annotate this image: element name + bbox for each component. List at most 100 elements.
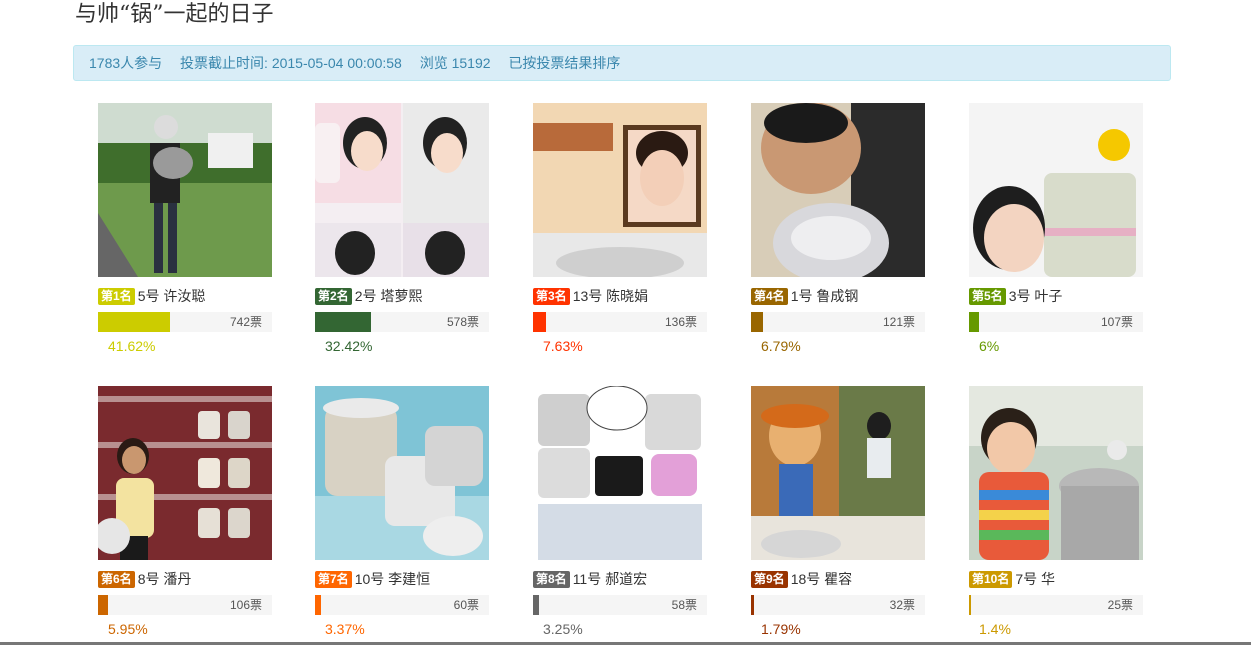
candidate-photo[interactable] — [315, 103, 489, 277]
candidate-name[interactable]: 陈晓娟 — [606, 288, 648, 304]
vote-count: 136票 — [664, 315, 697, 329]
candidate-card[interactable]: 第8名 11号 郝道宏 58票 3.25% — [533, 386, 708, 646]
vote-percent: 32.42% — [325, 338, 373, 354]
candidate-name[interactable]: 李建恒 — [388, 571, 430, 587]
vote-percent: 7.63% — [543, 338, 583, 354]
candidate-name-line: 第5名 3号 叶子 — [969, 286, 1062, 306]
vote-progress-fill — [533, 312, 546, 332]
vote-progress-fill — [98, 595, 108, 615]
vote-count: 32票 — [889, 598, 915, 612]
vote-progress-fill — [969, 312, 979, 332]
candidate-name-line: 第9名 18号 瞿容 — [751, 569, 852, 589]
vote-info-bar: 1783人参与 投票截止时间: 2015-05-04 00:00:58 浏览 1… — [73, 45, 1171, 81]
candidate-photo[interactable] — [969, 103, 1143, 277]
candidate-card[interactable]: 第3名 13号 陈晓娟 136票 7.63% — [533, 103, 708, 363]
rank-badge: 第9名 — [751, 571, 788, 588]
candidate-card[interactable]: 第5名 3号 叶子 107票 6% — [969, 103, 1144, 363]
candidate-name[interactable]: 潘丹 — [163, 571, 191, 587]
candidate-number: 1号 — [790, 288, 813, 304]
candidate-name[interactable]: 瞿容 — [824, 571, 852, 587]
candidate-name[interactable]: 许汝聪 — [163, 288, 205, 304]
candidate-number: 7号 — [1015, 571, 1038, 587]
vote-count: 106票 — [229, 598, 262, 612]
candidate-number: 5号 — [137, 288, 160, 304]
participants-count: 1783人参与 — [89, 55, 163, 71]
candidate-name[interactable]: 叶子 — [1034, 288, 1062, 304]
candidate-card[interactable]: 第4名 1号 鲁成钢 121票 6.79% — [751, 103, 926, 363]
vote-progress-bar: 136票 — [533, 312, 707, 332]
vote-percent: 5.95% — [108, 621, 148, 637]
rank-badge: 第5名 — [969, 288, 1006, 305]
candidate-number: 10号 — [354, 571, 385, 587]
candidate-number: 13号 — [572, 288, 603, 304]
vote-progress-bar: 32票 — [751, 595, 925, 615]
vote-progress-bar: 25票 — [969, 595, 1143, 615]
candidate-photo[interactable] — [533, 103, 707, 277]
candidate-photo[interactable] — [751, 386, 925, 560]
vote-percent: 41.62% — [108, 338, 156, 354]
candidate-name-line: 第1名 5号 许汝聪 — [98, 286, 205, 306]
candidate-photo[interactable] — [533, 386, 707, 560]
candidate-photo[interactable] — [969, 386, 1143, 560]
candidate-name-line: 第2名 2号 塔萝熙 — [315, 286, 422, 306]
candidate-number: 3号 — [1008, 288, 1031, 304]
rank-badge: 第2名 — [315, 288, 352, 305]
candidate-name-line: 第10名 7号 华 — [969, 569, 1055, 589]
vote-count: 578票 — [446, 315, 479, 329]
rank-badge: 第1名 — [98, 288, 135, 305]
rank-badge: 第6名 — [98, 571, 135, 588]
candidate-name-line: 第6名 8号 潘丹 — [98, 569, 191, 589]
candidate-number: 2号 — [354, 288, 377, 304]
vote-count: 107票 — [1100, 315, 1133, 329]
vote-percent: 3.37% — [325, 621, 365, 637]
vote-count: 25票 — [1107, 598, 1133, 612]
view-count: 浏览 15192 — [419, 55, 491, 71]
candidate-number: 11号 — [572, 571, 602, 587]
vote-progress-bar: 107票 — [969, 312, 1143, 332]
vote-progress-bar: 58票 — [533, 595, 707, 615]
vote-deadline: 投票截止时间: 2015-05-04 00:00:58 — [180, 55, 402, 71]
vote-count: 742票 — [229, 315, 262, 329]
candidate-card[interactable]: 第1名 5号 许汝聪 742票 41.62% — [98, 103, 273, 363]
candidate-number: 8号 — [137, 571, 160, 587]
rank-badge: 第4名 — [751, 288, 788, 305]
vote-progress-fill — [533, 595, 539, 615]
vote-percent: 1.79% — [761, 621, 801, 637]
vote-count: 121票 — [882, 315, 915, 329]
candidate-card[interactable]: 第7名 10号 李建恒 60票 3.37% — [315, 386, 490, 646]
candidate-number: 18号 — [790, 571, 821, 587]
rank-badge: 第10名 — [969, 571, 1013, 588]
vote-count: 60票 — [453, 598, 479, 612]
candidate-card[interactable]: 第10名 7号 华 25票 1.4% — [969, 386, 1144, 646]
rank-badge: 第3名 — [533, 288, 570, 305]
rank-badge: 第8名 — [533, 571, 570, 588]
vote-progress-fill — [315, 595, 321, 615]
vote-progress-bar: 121票 — [751, 312, 925, 332]
candidate-card[interactable]: 第9名 18号 瞿容 32票 1.79% — [751, 386, 926, 646]
vote-progress-fill — [315, 312, 371, 332]
vote-percent: 3.25% — [543, 621, 583, 637]
candidate-photo[interactable] — [751, 103, 925, 277]
candidate-name-line: 第7名 10号 李建恒 — [315, 569, 430, 589]
candidate-photo[interactable] — [98, 103, 272, 277]
candidate-name[interactable]: 华 — [1041, 571, 1055, 587]
vote-progress-fill — [969, 595, 971, 615]
candidate-name-line: 第8名 11号 郝道宏 — [533, 569, 647, 589]
candidate-name[interactable]: 鲁成钢 — [816, 288, 858, 304]
vote-percent: 6% — [979, 338, 1000, 354]
vote-progress-fill — [98, 312, 170, 332]
vote-count: 58票 — [671, 598, 697, 612]
candidate-name[interactable]: 塔萝熙 — [380, 288, 422, 304]
vote-progress-fill — [751, 595, 754, 615]
candidate-name[interactable]: 郝道宏 — [605, 571, 647, 587]
rank-badge: 第7名 — [315, 571, 352, 588]
sort-note: 已按投票结果排序 — [508, 55, 621, 71]
candidate-photo[interactable] — [98, 386, 272, 560]
candidate-card[interactable]: 第2名 2号 塔萝熙 578票 32.42% — [315, 103, 490, 363]
candidate-card[interactable]: 第6名 8号 潘丹 106票 5.95% — [98, 386, 273, 646]
candidate-name-line: 第4名 1号 鲁成钢 — [751, 286, 858, 306]
page-title: 与帅“锅”一起的日子 — [75, 2, 274, 27]
candidate-photo[interactable] — [315, 386, 489, 560]
vote-progress-bar: 742票 — [98, 312, 272, 332]
vote-progress-fill — [751, 312, 763, 332]
